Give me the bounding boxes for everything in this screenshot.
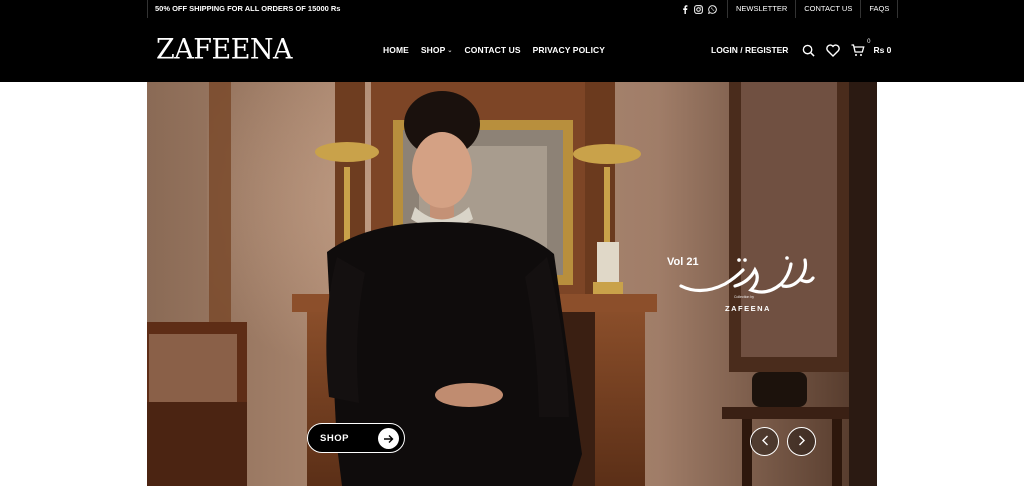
- newsletter-link[interactable]: NEWSLETTER: [727, 0, 795, 18]
- login-register-link[interactable]: LOGIN / REGISTER: [711, 45, 788, 55]
- facebook-icon[interactable]: [680, 4, 689, 14]
- main-nav: HOME SHOP ⌄ CONTACT US PRIVACY POLICY: [383, 45, 605, 55]
- nav-shop-label: SHOP: [420, 45, 446, 55]
- cart-icon[interactable]: 0: [850, 39, 870, 58]
- shop-button-label: SHOP: [320, 432, 349, 444]
- search-icon[interactable]: [800, 42, 816, 58]
- cart-amount[interactable]: Rs 0: [873, 45, 891, 55]
- shop-button[interactable]: SHOP: [307, 423, 405, 453]
- collection-by-label: Collection by: [734, 295, 755, 299]
- top-bar: 50% OFF SHIPPING FOR ALL ORDERS OF 15000…: [0, 0, 1024, 18]
- nav-contact-us[interactable]: CONTACT US: [465, 45, 521, 55]
- arrow-right-icon: [378, 428, 399, 449]
- chevron-down-icon: ⌄: [447, 47, 453, 54]
- instagram-icon[interactable]: [694, 4, 703, 14]
- slider-next-button[interactable]: [787, 427, 816, 456]
- heart-icon[interactable]: [825, 42, 841, 58]
- nav-home[interactable]: HOME: [383, 45, 409, 55]
- nav-shop[interactable]: SHOP ⌄: [421, 45, 453, 55]
- main-header: ZAFEENA HOME SHOP ⌄ CONTACT US PRIVACY P…: [0, 18, 1024, 82]
- slider-prev-button[interactable]: [750, 427, 779, 456]
- hero-slider: Vol 21 Collection by ZAFEENA SHOP: [147, 82, 877, 486]
- header-actions: LOGIN / REGISTER 0 Rs 0: [711, 39, 891, 60]
- site-logo[interactable]: ZAFEENA: [156, 33, 293, 66]
- cart-count-badge: 0: [867, 39, 871, 45]
- promo-text: 50% OFF SHIPPING FOR ALL ORDERS OF 15000…: [147, 0, 340, 18]
- faqs-link[interactable]: FAQS: [860, 0, 899, 18]
- whatsapp-icon[interactable]: [708, 4, 717, 14]
- chevron-left-icon: [761, 433, 769, 451]
- social-links: [680, 0, 726, 18]
- chevron-right-icon: [798, 433, 806, 451]
- top-links: NEWSLETTER CONTACT US FAQS: [727, 0, 899, 18]
- collection-brand-label: ZAFEENA: [725, 304, 771, 313]
- nav-privacy-policy[interactable]: PRIVACY POLICY: [533, 45, 605, 55]
- urdu-script-logo: [679, 256, 815, 294]
- collection-logo: Vol 21 Collection by ZAFEENA: [667, 252, 827, 322]
- contact-us-top-link[interactable]: CONTACT US: [795, 0, 860, 18]
